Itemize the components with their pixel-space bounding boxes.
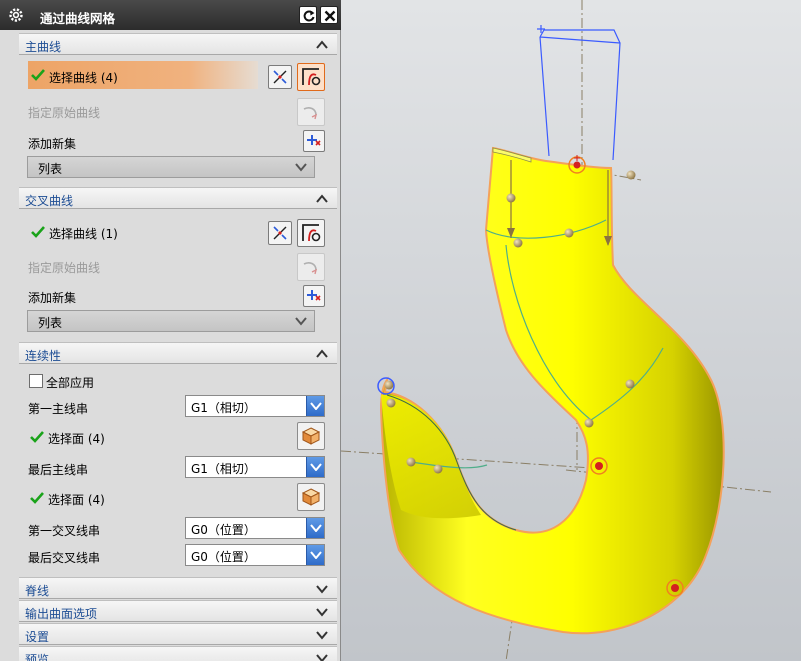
- continuity-body: 全部应用 第一主线串 G1（相切） 选择面 (4) 最后主线串 G1（相切） 选…: [19, 364, 337, 576]
- last-primary-label: 最后主线串: [28, 463, 89, 477]
- list-toggle[interactable]: 列表: [27, 310, 315, 332]
- close-icon[interactable]: [320, 6, 338, 24]
- dropdown-arrow-icon[interactable]: [306, 457, 324, 477]
- section-primary-curves[interactable]: 主曲线: [19, 33, 337, 55]
- section-output-surface-options[interactable]: 输出曲面选项: [19, 600, 337, 622]
- dialog-titlebar[interactable]: 通过曲线网格: [0, 0, 341, 30]
- first-primary-value: G1（相切）: [191, 401, 256, 415]
- section-title: 设置: [25, 630, 50, 644]
- graphics-viewport[interactable]: [341, 0, 801, 661]
- last-cross-label: 最后交叉线串: [28, 551, 101, 565]
- chevron-down-icon: [295, 317, 307, 326]
- select-curve-label: 选择曲线 (1): [49, 227, 118, 241]
- curve-rule-icon[interactable]: [268, 65, 292, 89]
- dialog-title: 通过曲线网格: [40, 11, 116, 26]
- hook-model-view: [341, 0, 772, 661]
- specify-origin-curve-label: 指定原始曲线: [28, 261, 101, 275]
- first-cross-label: 第一交叉线串: [28, 524, 101, 538]
- section-title: 连续性: [25, 349, 62, 363]
- chevron-up-icon[interactable]: [315, 347, 329, 361]
- origin-curve-icon[interactable]: [297, 253, 325, 281]
- first-primary-faces-label: 选择面 (4): [48, 432, 105, 446]
- section-spine[interactable]: 脊线: [19, 577, 337, 599]
- section-cross-curves[interactable]: 交叉曲线: [19, 187, 337, 209]
- section-title: 预览: [25, 653, 50, 661]
- section-settings[interactable]: 设置: [19, 623, 337, 645]
- dropdown-arrow-icon[interactable]: [306, 545, 324, 565]
- chevron-up-icon[interactable]: [315, 192, 329, 206]
- hook-surface: [379, 146, 725, 635]
- last-cross-value: G0（位置）: [191, 550, 256, 564]
- curve-rule-icon[interactable]: [268, 221, 292, 245]
- checkmark-icon: [31, 69, 45, 81]
- chevron-down-icon: [295, 163, 307, 172]
- select-face-icon[interactable]: [297, 422, 325, 450]
- origin-curve-icon[interactable]: [297, 98, 325, 126]
- apply-all-label: 全部应用: [46, 376, 95, 390]
- add-set-icon[interactable]: [303, 285, 325, 307]
- first-cross-select[interactable]: G0（位置）: [185, 517, 325, 539]
- last-primary-value: G1（相切）: [191, 462, 256, 476]
- checkmark-icon: [30, 431, 44, 443]
- last-cross-select[interactable]: G0（位置）: [185, 544, 325, 566]
- list-label: 列表: [38, 162, 63, 176]
- shank-wireframe: [537, 25, 621, 161]
- chevron-down-icon[interactable]: [315, 651, 329, 661]
- dropdown-arrow-icon[interactable]: [306, 518, 324, 538]
- first-primary-label: 第一主线串: [28, 402, 89, 416]
- chevron-up-icon[interactable]: [315, 38, 329, 52]
- section-continuity[interactable]: 连续性: [19, 342, 337, 364]
- add-set-icon[interactable]: [303, 130, 325, 152]
- curve-mesh-dialog: 通过曲线网格 主曲线 选择曲线 (4) 指定原始曲线 添加新集 列表 交叉曲线 …: [0, 0, 341, 661]
- gear-icon[interactable]: [8, 7, 24, 23]
- chevron-down-icon[interactable]: [315, 582, 329, 596]
- specify-origin-curve-label: 指定原始曲线: [28, 106, 101, 120]
- section-title: 脊线: [25, 584, 50, 598]
- dialog-panel: 主曲线 选择曲线 (4) 指定原始曲线 添加新集 列表 交叉曲线 选择曲线 (1…: [19, 30, 337, 661]
- chevron-down-icon[interactable]: [315, 605, 329, 619]
- checkmark-icon: [30, 492, 44, 504]
- select-curve-label: 选择曲线 (4): [49, 71, 118, 85]
- section-title: 主曲线: [25, 40, 62, 54]
- primary-curves-body: 选择曲线 (4) 指定原始曲线 添加新集 列表: [19, 55, 337, 186]
- reset-icon[interactable]: [299, 6, 317, 24]
- add-new-set-label: 添加新集: [28, 137, 77, 151]
- select-face-icon[interactable]: [297, 483, 325, 511]
- list-toggle[interactable]: 列表: [27, 156, 315, 178]
- select-curve-icon[interactable]: [297, 63, 325, 91]
- dropdown-arrow-icon[interactable]: [306, 396, 324, 416]
- section-title: 交叉曲线: [25, 194, 74, 208]
- checkmark-icon: [31, 226, 45, 238]
- first-primary-select[interactable]: G1（相切）: [185, 395, 325, 417]
- last-primary-faces-label: 选择面 (4): [48, 493, 105, 507]
- section-preview[interactable]: 预览: [19, 646, 337, 661]
- apply-all-checkbox[interactable]: [29, 374, 43, 388]
- add-new-set-label: 添加新集: [28, 291, 77, 305]
- select-curve-icon[interactable]: [297, 219, 325, 247]
- chevron-down-icon[interactable]: [315, 628, 329, 642]
- list-label: 列表: [38, 316, 63, 330]
- cross-curves-body: 选择曲线 (1) 指定原始曲线 添加新集 列表: [19, 209, 337, 340]
- last-primary-select[interactable]: G1（相切）: [185, 456, 325, 478]
- first-cross-value: G0（位置）: [191, 523, 256, 537]
- section-title: 输出曲面选项: [25, 607, 98, 621]
